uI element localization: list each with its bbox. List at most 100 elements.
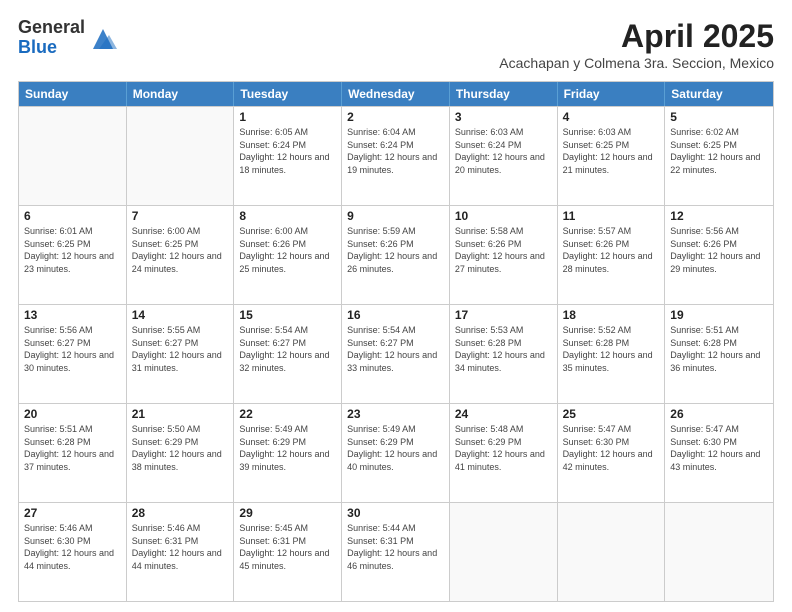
day-cell-8: 8 Sunrise: 6:00 AM Sunset: 6:26 PM Daylig… (234, 206, 342, 304)
day-info: Sunrise: 5:51 AM Sunset: 6:28 PM Dayligh… (670, 324, 768, 374)
day-number: 8 (239, 209, 336, 223)
empty-cell (127, 107, 235, 205)
day-cell-30: 30 Sunrise: 5:44 AM Sunset: 6:31 PM Dayli… (342, 503, 450, 601)
header-day-thursday: Thursday (450, 82, 558, 106)
calendar-row-2: 13 Sunrise: 5:56 AM Sunset: 6:27 PM Dayli… (19, 304, 773, 403)
day-info: Sunrise: 6:01 AM Sunset: 6:25 PM Dayligh… (24, 225, 121, 275)
day-cell-1: 1Sunrise: 6:05 AM Sunset: 6:24 PM Daylig… (234, 107, 342, 205)
day-cell-6: 6 Sunrise: 6:01 AM Sunset: 6:25 PM Daylig… (19, 206, 127, 304)
day-cell-18: 18 Sunrise: 5:52 AM Sunset: 6:28 PM Dayli… (558, 305, 666, 403)
day-number: 5 (670, 110, 768, 124)
day-cell-5: 5 Sunrise: 6:02 AM Sunset: 6:25 PM Daylig… (665, 107, 773, 205)
header-day-monday: Monday (127, 82, 235, 106)
day-info: Sunrise: 5:47 AM Sunset: 6:30 PM Dayligh… (563, 423, 660, 473)
empty-cell (665, 503, 773, 601)
day-info: Sunrise: 5:46 AM Sunset: 6:31 PM Dayligh… (132, 522, 229, 572)
day-cell-16: 16 Sunrise: 5:54 AM Sunset: 6:27 PM Dayli… (342, 305, 450, 403)
day-number: 18 (563, 308, 660, 322)
day-number: 9 (347, 209, 444, 223)
day-info: Sunrise: 5:52 AM Sunset: 6:28 PM Dayligh… (563, 324, 660, 374)
calendar-row-0: 1Sunrise: 6:05 AM Sunset: 6:24 PM Daylig… (19, 106, 773, 205)
day-cell-13: 13 Sunrise: 5:56 AM Sunset: 6:27 PM Dayli… (19, 305, 127, 403)
day-number: 7 (132, 209, 229, 223)
day-info: Sunrise: 5:48 AM Sunset: 6:29 PM Dayligh… (455, 423, 552, 473)
day-cell-19: 19 Sunrise: 5:51 AM Sunset: 6:28 PM Dayli… (665, 305, 773, 403)
title-block: April 2025 Acachapan y Colmena 3ra. Secc… (499, 18, 774, 71)
day-number: 27 (24, 506, 121, 520)
day-number: 24 (455, 407, 552, 421)
day-cell-21: 21 Sunrise: 5:50 AM Sunset: 6:29 PM Dayli… (127, 404, 235, 502)
day-cell-14: 14Sunrise: 5:55 AM Sunset: 6:27 PM Dayli… (127, 305, 235, 403)
calendar-row-4: 27Sunrise: 5:46 AM Sunset: 6:30 PM Dayli… (19, 502, 773, 601)
day-cell-22: 22 Sunrise: 5:49 AM Sunset: 6:29 PM Dayli… (234, 404, 342, 502)
day-number: 30 (347, 506, 444, 520)
header-day-friday: Friday (558, 82, 666, 106)
day-info: Sunrise: 5:56 AM Sunset: 6:27 PM Dayligh… (24, 324, 121, 374)
day-number: 6 (24, 209, 121, 223)
day-info: Sunrise: 6:03 AM Sunset: 6:24 PM Dayligh… (455, 126, 552, 176)
day-info: Sunrise: 6:02 AM Sunset: 6:25 PM Dayligh… (670, 126, 768, 176)
day-cell-11: 11Sunrise: 5:57 AM Sunset: 6:26 PM Dayli… (558, 206, 666, 304)
day-number: 26 (670, 407, 768, 421)
day-info: Sunrise: 5:44 AM Sunset: 6:31 PM Dayligh… (347, 522, 444, 572)
day-number: 1 (239, 110, 336, 124)
day-number: 16 (347, 308, 444, 322)
day-info: Sunrise: 5:58 AM Sunset: 6:26 PM Dayligh… (455, 225, 552, 275)
day-number: 12 (670, 209, 768, 223)
day-number: 20 (24, 407, 121, 421)
empty-cell (558, 503, 666, 601)
header: General Blue April 2025 Acachapan y Colm… (18, 18, 774, 71)
day-number: 17 (455, 308, 552, 322)
day-number: 10 (455, 209, 552, 223)
day-cell-10: 10 Sunrise: 5:58 AM Sunset: 6:26 PM Dayli… (450, 206, 558, 304)
day-info: Sunrise: 6:00 AM Sunset: 6:25 PM Dayligh… (132, 225, 229, 275)
calendar: SundayMondayTuesdayWednesdayThursdayFrid… (18, 81, 774, 602)
day-cell-15: 15Sunrise: 5:54 AM Sunset: 6:27 PM Dayli… (234, 305, 342, 403)
day-info: Sunrise: 6:03 AM Sunset: 6:25 PM Dayligh… (563, 126, 660, 176)
day-info: Sunrise: 5:47 AM Sunset: 6:30 PM Dayligh… (670, 423, 768, 473)
header-day-tuesday: Tuesday (234, 82, 342, 106)
day-number: 19 (670, 308, 768, 322)
calendar-row-3: 20Sunrise: 5:51 AM Sunset: 6:28 PM Dayli… (19, 403, 773, 502)
day-cell-25: 25 Sunrise: 5:47 AM Sunset: 6:30 PM Dayli… (558, 404, 666, 502)
day-cell-17: 17Sunrise: 5:53 AM Sunset: 6:28 PM Dayli… (450, 305, 558, 403)
day-number: 22 (239, 407, 336, 421)
day-cell-3: 3Sunrise: 6:03 AM Sunset: 6:24 PM Daylig… (450, 107, 558, 205)
day-number: 15 (239, 308, 336, 322)
subtitle: Acachapan y Colmena 3ra. Seccion, Mexico (499, 55, 774, 71)
empty-cell (19, 107, 127, 205)
day-info: Sunrise: 5:49 AM Sunset: 6:29 PM Dayligh… (239, 423, 336, 473)
day-number: 11 (563, 209, 660, 223)
calendar-header: SundayMondayTuesdayWednesdayThursdayFrid… (19, 82, 773, 106)
day-cell-4: 4 Sunrise: 6:03 AM Sunset: 6:25 PM Daylig… (558, 107, 666, 205)
day-cell-29: 29 Sunrise: 5:45 AM Sunset: 6:31 PM Dayli… (234, 503, 342, 601)
day-cell-28: 28 Sunrise: 5:46 AM Sunset: 6:31 PM Dayli… (127, 503, 235, 601)
day-info: Sunrise: 6:04 AM Sunset: 6:24 PM Dayligh… (347, 126, 444, 176)
calendar-row-1: 6 Sunrise: 6:01 AM Sunset: 6:25 PM Daylig… (19, 205, 773, 304)
day-number: 4 (563, 110, 660, 124)
day-number: 13 (24, 308, 121, 322)
page: General Blue April 2025 Acachapan y Colm… (0, 0, 792, 612)
day-info: Sunrise: 5:55 AM Sunset: 6:27 PM Dayligh… (132, 324, 229, 374)
day-cell-27: 27Sunrise: 5:46 AM Sunset: 6:30 PM Dayli… (19, 503, 127, 601)
day-cell-26: 26 Sunrise: 5:47 AM Sunset: 6:30 PM Dayli… (665, 404, 773, 502)
logo-text: General Blue (18, 18, 85, 58)
day-cell-9: 9 Sunrise: 5:59 AM Sunset: 6:26 PM Daylig… (342, 206, 450, 304)
empty-cell (450, 503, 558, 601)
day-info: Sunrise: 5:50 AM Sunset: 6:29 PM Dayligh… (132, 423, 229, 473)
day-number: 25 (563, 407, 660, 421)
day-info: Sunrise: 5:45 AM Sunset: 6:31 PM Dayligh… (239, 522, 336, 572)
logo-icon (89, 25, 117, 53)
day-cell-7: 7 Sunrise: 6:00 AM Sunset: 6:25 PM Daylig… (127, 206, 235, 304)
day-info: Sunrise: 5:59 AM Sunset: 6:26 PM Dayligh… (347, 225, 444, 275)
day-info: Sunrise: 5:54 AM Sunset: 6:27 PM Dayligh… (347, 324, 444, 374)
day-number: 21 (132, 407, 229, 421)
day-number: 29 (239, 506, 336, 520)
day-info: Sunrise: 6:00 AM Sunset: 6:26 PM Dayligh… (239, 225, 336, 275)
day-cell-12: 12Sunrise: 5:56 AM Sunset: 6:26 PM Dayli… (665, 206, 773, 304)
day-number: 23 (347, 407, 444, 421)
day-number: 28 (132, 506, 229, 520)
day-number: 2 (347, 110, 444, 124)
day-cell-2: 2 Sunrise: 6:04 AM Sunset: 6:24 PM Daylig… (342, 107, 450, 205)
day-cell-23: 23Sunrise: 5:49 AM Sunset: 6:29 PM Dayli… (342, 404, 450, 502)
